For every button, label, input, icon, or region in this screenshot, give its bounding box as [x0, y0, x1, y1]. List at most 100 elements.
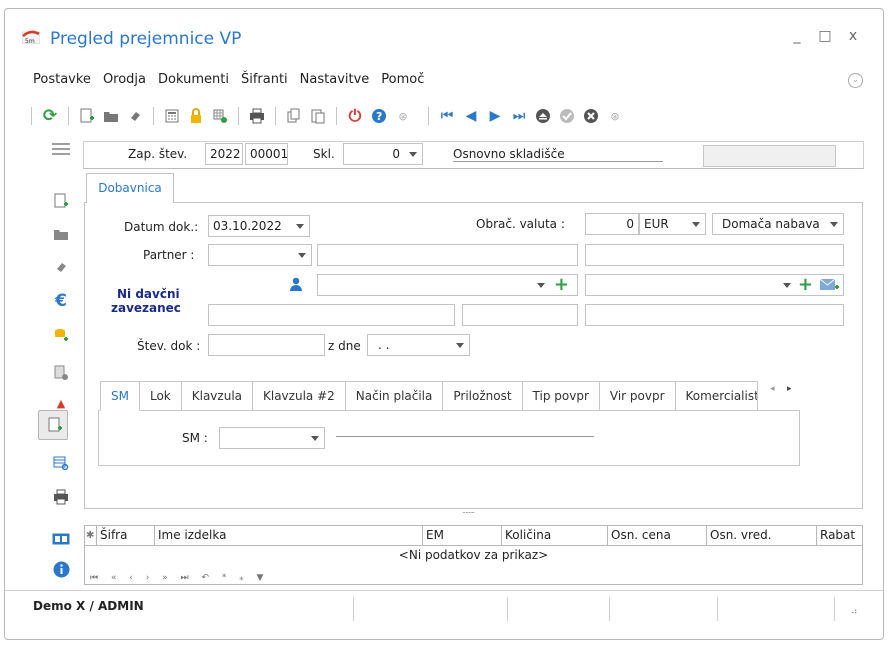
datum-field[interactable]: 03.10.2022: [208, 215, 310, 237]
power-icon[interactable]: ⏻: [346, 107, 364, 125]
add-contact-icon[interactable]: +: [554, 275, 569, 295]
nav-next-page-icon[interactable]: »: [162, 573, 168, 583]
copy-icon[interactable]: [285, 107, 303, 125]
address-field-1[interactable]: [208, 304, 455, 326]
contact-select[interactable]: +: [317, 274, 578, 296]
z-dne-field[interactable]: . .: [367, 334, 470, 356]
nabava-select[interactable]: Domača nabava: [712, 213, 844, 235]
open-folder-icon-side[interactable]: [50, 223, 72, 245]
nav-append-icon[interactable]: ⁎: [239, 573, 244, 583]
tab-scroll-right-icon[interactable]: ▸: [787, 384, 792, 394]
valuta-rate-field[interactable]: 0: [585, 213, 639, 235]
print-icon[interactable]: [248, 107, 266, 125]
menu-nastavitve[interactable]: Nastavitve: [300, 72, 370, 87]
email-select[interactable]: +: [585, 274, 844, 296]
tab-nacin-placila[interactable]: Način plačila: [345, 381, 444, 411]
sm-select[interactable]: [219, 427, 325, 449]
tab-komercialist[interactable]: Komercialist: [675, 381, 758, 411]
tab-vir-povpr[interactable]: Vir povpr: [599, 381, 676, 411]
previous-record-icon[interactable]: ◀: [462, 107, 480, 125]
lock-icon[interactable]: [187, 107, 205, 125]
document-settings-icon[interactable]: [50, 362, 72, 384]
chevron-down-icon: [296, 224, 304, 229]
skl-select[interactable]: 0: [343, 143, 423, 165]
paste-icon[interactable]: [309, 107, 327, 125]
partner-name-field[interactable]: [317, 244, 578, 266]
tab-scroll-left-icon[interactable]: ◂: [770, 384, 775, 394]
tab-priloznost[interactable]: Priložnost: [443, 381, 523, 411]
skl-name: Osnovno skladišče: [453, 147, 663, 162]
app-logo-icon: 5m: [22, 30, 40, 44]
zap-year-field[interactable]: 2022: [205, 143, 243, 165]
nav-prev-page-icon[interactable]: «: [111, 573, 117, 583]
tab-tip-povpr[interactable]: Tip povpr: [522, 381, 600, 411]
tab-lok[interactable]: Lok: [139, 381, 182, 411]
nav-last-icon[interactable]: ⏭: [181, 573, 189, 583]
add-email-icon[interactable]: +: [798, 275, 813, 295]
splitter-handle[interactable]: ........: [462, 506, 475, 515]
cancel-icon[interactable]: [582, 107, 600, 125]
menu-postavke[interactable]: Postavke: [33, 72, 91, 87]
address-field-3[interactable]: [585, 304, 844, 326]
menu-pomoc[interactable]: Pomoč: [381, 72, 424, 87]
address-field-2[interactable]: [462, 304, 578, 326]
partner-extra-field[interactable]: [585, 244, 844, 266]
contact-person-icon[interactable]: [289, 277, 303, 294]
confirm-icon[interactable]: [558, 107, 576, 125]
zap-number-field[interactable]: 00001: [245, 143, 288, 165]
open-folder-icon[interactable]: [102, 107, 120, 125]
eraser-icon-side[interactable]: [50, 256, 72, 278]
resize-grip-icon[interactable]: ⠴: [851, 607, 858, 617]
email-add-icon[interactable]: [819, 277, 839, 293]
print-icon-side[interactable]: [50, 486, 72, 508]
col-osn-cena[interactable]: Osn. cena: [608, 526, 707, 545]
tab-dobavnica[interactable]: Dobavnica: [86, 173, 174, 203]
hamburger-menu-icon[interactable]: [50, 138, 72, 160]
grid-settings-icon[interactable]: [211, 107, 229, 125]
nav-next-icon[interactable]: ›: [146, 573, 150, 583]
toolbar-more-icon[interactable]: ⊛: [394, 107, 412, 125]
col-sifra[interactable]: Šifra: [97, 526, 155, 545]
maximize-button[interactable]: □: [818, 28, 832, 44]
partner-select[interactable]: [208, 244, 312, 266]
valuta-code-select[interactable]: EUR: [639, 213, 706, 235]
calculator-icon[interactable]: [163, 107, 181, 125]
menu-dokumenti[interactable]: Dokumenti: [158, 72, 229, 87]
first-record-icon[interactable]: ⏮: [438, 107, 456, 125]
col-rabat[interactable]: Rabat: [817, 526, 863, 545]
new-document-icon-side[interactable]: [50, 190, 72, 212]
stev-dok-field[interactable]: [208, 334, 325, 356]
eraser-icon[interactable]: [126, 107, 144, 125]
col-em[interactable]: EM: [423, 526, 502, 545]
next-record-icon[interactable]: ▶: [486, 107, 504, 125]
nav-prev-icon[interactable]: ‹: [129, 573, 133, 583]
add-coins-icon[interactable]: [50, 324, 72, 346]
close-button[interactable]: x: [846, 28, 860, 44]
last-record-icon[interactable]: ⏭: [510, 107, 528, 125]
new-document-icon-selected[interactable]: [44, 414, 66, 436]
help-icon[interactable]: ?: [370, 107, 388, 125]
collapse-menu-icon[interactable]: ⌄: [848, 73, 863, 88]
new-document-icon[interactable]: [78, 107, 96, 125]
refresh-icon[interactable]: ⟳: [41, 107, 59, 125]
tab-sm[interactable]: SM: [100, 381, 140, 411]
search-table-icon[interactable]: [50, 452, 72, 474]
items-grid[interactable]: ✱ Šifra Ime izdelka EM Količina Osn. cen…: [84, 525, 863, 585]
tab-klavzula[interactable]: Klavzula: [181, 381, 253, 411]
minimize-button[interactable]: _: [790, 28, 804, 44]
nav-first-icon[interactable]: ⏮: [90, 573, 98, 583]
menu-orodja[interactable]: Orodja: [103, 72, 146, 87]
tab-klavzula-2[interactable]: Klavzula #2: [253, 381, 346, 411]
info-icon[interactable]: [50, 558, 72, 580]
nav-filter-icon[interactable]: ▼: [256, 573, 263, 583]
toolbar-more-icon-2[interactable]: ⊛: [606, 107, 624, 125]
eject-icon[interactable]: [534, 107, 552, 125]
euro-icon[interactable]: €: [50, 290, 72, 312]
nav-insert-icon[interactable]: *: [222, 573, 227, 583]
col-ime-izdelka[interactable]: Ime izdelka: [155, 526, 423, 545]
nav-undo-icon[interactable]: ↶: [201, 573, 209, 583]
menu-sifranti[interactable]: Šifranti: [241, 72, 288, 87]
col-kolicina[interactable]: Količina: [502, 526, 608, 545]
columns-view-icon[interactable]: [50, 528, 72, 550]
col-osn-vred[interactable]: Osn. vred.: [707, 526, 817, 545]
